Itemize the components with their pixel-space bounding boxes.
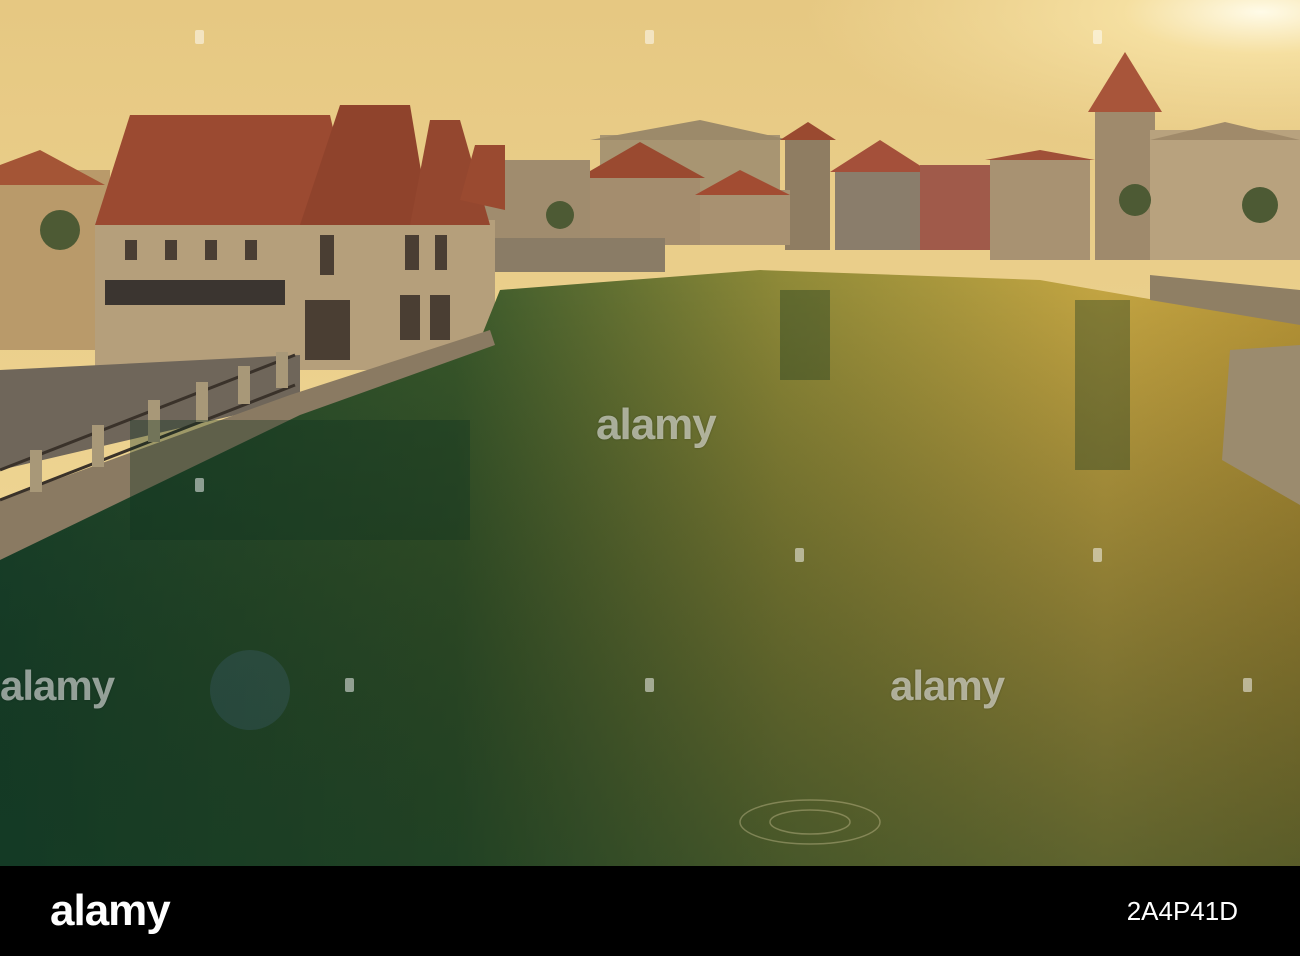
- watermark-dot: [1093, 548, 1102, 562]
- footer-image-id: 2A4P41D: [1126, 896, 1238, 926]
- watermark-dot: [345, 678, 354, 692]
- footer-bar: alamy 2A4P41D: [0, 866, 1300, 956]
- watermark-dot: [795, 548, 804, 562]
- watermark: alamy: [890, 662, 1005, 709]
- watermark-dot: [645, 678, 654, 692]
- lens-flare: [210, 650, 290, 730]
- watermark-dot: [1243, 678, 1252, 692]
- watermark-dot: [195, 478, 204, 492]
- watermark-dot: [1093, 30, 1102, 44]
- watermark: alamy: [0, 662, 115, 709]
- footer-brand-logo: alamy: [50, 886, 171, 935]
- watermark: alamy: [596, 400, 717, 449]
- watermark-dot: [645, 30, 654, 44]
- bridge: [495, 238, 665, 272]
- photo: alamy alamy alamy: [0, 0, 1300, 866]
- watermark-dot: [195, 30, 204, 44]
